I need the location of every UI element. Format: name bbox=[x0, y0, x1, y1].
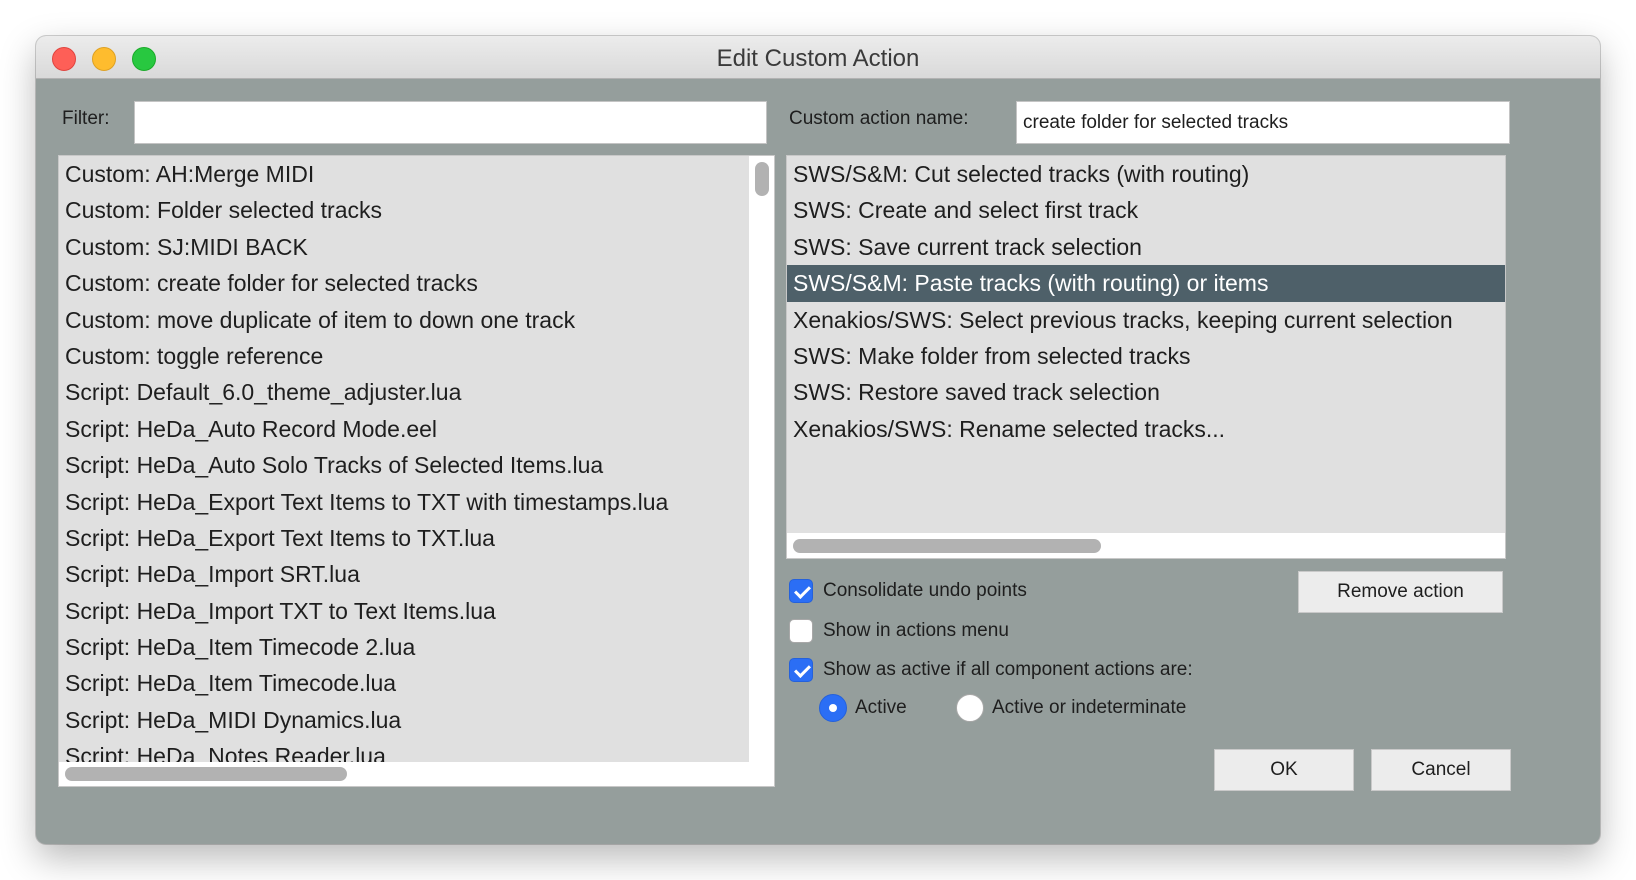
custom-action-components-items: SWS/S&M: Cut selected tracks (with routi… bbox=[787, 156, 1505, 533]
radio-active-label: Active bbox=[855, 697, 907, 718]
left-list-item[interactable]: Script: HeDa_MIDI Dynamics.lua bbox=[59, 702, 749, 738]
custom-action-components-list[interactable]: SWS/S&M: Cut selected tracks (with routi… bbox=[786, 155, 1506, 559]
left-list-item[interactable]: Script: Default_6.0_theme_adjuster.lua bbox=[59, 374, 749, 410]
left-list-item[interactable]: Custom: toggle reference bbox=[59, 338, 749, 374]
right-list-item[interactable]: SWS: Save current track selection bbox=[787, 229, 1505, 265]
edit-custom-action-window: Edit Custom Action Filter: Custom action… bbox=[36, 36, 1600, 844]
left-list-item[interactable]: Custom: move duplicate of item to down o… bbox=[59, 302, 749, 338]
remove-action-button[interactable]: Remove action bbox=[1298, 571, 1503, 613]
title-bar[interactable]: Edit Custom Action bbox=[36, 36, 1600, 79]
radio-active-or-indeterminate[interactable] bbox=[956, 694, 984, 722]
cancel-button[interactable]: Cancel bbox=[1371, 749, 1511, 791]
custom-action-name-input[interactable] bbox=[1016, 101, 1510, 144]
left-list-item[interactable]: Custom: create folder for selected track… bbox=[59, 265, 749, 301]
left-list-item[interactable]: Script: HeDa_Item Timecode 2.lua bbox=[59, 629, 749, 665]
consolidate-undo-checkbox[interactable] bbox=[789, 579, 813, 603]
right-list-item[interactable]: SWS/S&M: Cut selected tracks (with routi… bbox=[787, 156, 1505, 192]
consolidate-undo-label: Consolidate undo points bbox=[823, 580, 1027, 601]
right-list-item[interactable]: SWS: Restore saved track selection bbox=[787, 374, 1505, 410]
filter-input[interactable] bbox=[134, 101, 767, 144]
horizontal-scrollbar-thumb[interactable] bbox=[65, 767, 347, 781]
available-actions-items: Custom: AH:Merge MIDI Custom: Folder sele… bbox=[59, 156, 749, 762]
radio-active-or-indeterminate-label: Active or indeterminate bbox=[992, 697, 1187, 718]
left-list-item[interactable]: Script: HeDa_Auto Solo Tracks of Selecte… bbox=[59, 447, 749, 483]
window-title: Edit Custom Action bbox=[716, 45, 920, 72]
left-list-item[interactable]: Custom: SJ:MIDI BACK bbox=[59, 229, 749, 265]
right-list-item[interactable]: Xenakios/SWS: Rename selected tracks... bbox=[787, 411, 1505, 447]
right-list-item[interactable]: SWS: Make folder from selected tracks bbox=[787, 338, 1505, 374]
horizontal-scrollbar-thumb[interactable] bbox=[793, 539, 1101, 553]
right-list-item[interactable]: Xenakios/SWS: Select previous tracks, ke… bbox=[787, 302, 1505, 338]
right-list-item[interactable]: SWS: Create and select first track bbox=[787, 192, 1505, 228]
vertical-scrollbar-thumb[interactable] bbox=[755, 162, 769, 196]
left-list-item[interactable]: Script: HeDa_Export Text Items to TXT.lu… bbox=[59, 520, 749, 556]
left-list-item[interactable]: Script: HeDa_Import TXT to Text Items.lu… bbox=[59, 593, 749, 629]
show-as-active-label: Show as active if all component actions … bbox=[823, 659, 1193, 680]
show-in-actions-menu-checkbox[interactable] bbox=[789, 619, 813, 643]
left-list-item[interactable]: Script: HeDa_Import SRT.lua bbox=[59, 556, 749, 592]
left-list-item[interactable]: Script: HeDa_Notes Reader.lua bbox=[59, 738, 749, 762]
show-in-actions-menu-label: Show in actions menu bbox=[823, 620, 1009, 641]
left-list-item[interactable]: Script: HeDa_Auto Record Mode.eel bbox=[59, 411, 749, 447]
left-list-item[interactable]: Script: HeDa_Export Text Items to TXT wi… bbox=[59, 484, 749, 520]
left-list-item[interactable]: Custom: AH:Merge MIDI bbox=[59, 156, 749, 192]
radio-active[interactable] bbox=[819, 694, 847, 722]
filter-label: Filter: bbox=[62, 108, 110, 129]
available-actions-list[interactable]: Custom: AH:Merge MIDI Custom: Folder sele… bbox=[58, 155, 775, 787]
show-as-active-checkbox[interactable] bbox=[789, 658, 813, 682]
right-list-item[interactable]: SWS/S&M: Paste tracks (with routing) or … bbox=[787, 265, 1505, 302]
ok-button[interactable]: OK bbox=[1214, 749, 1354, 791]
custom-action-name-label: Custom action name: bbox=[789, 108, 969, 129]
left-list-item[interactable]: Custom: Folder selected tracks bbox=[59, 192, 749, 228]
left-list-item[interactable]: Script: HeDa_Item Timecode.lua bbox=[59, 665, 749, 701]
